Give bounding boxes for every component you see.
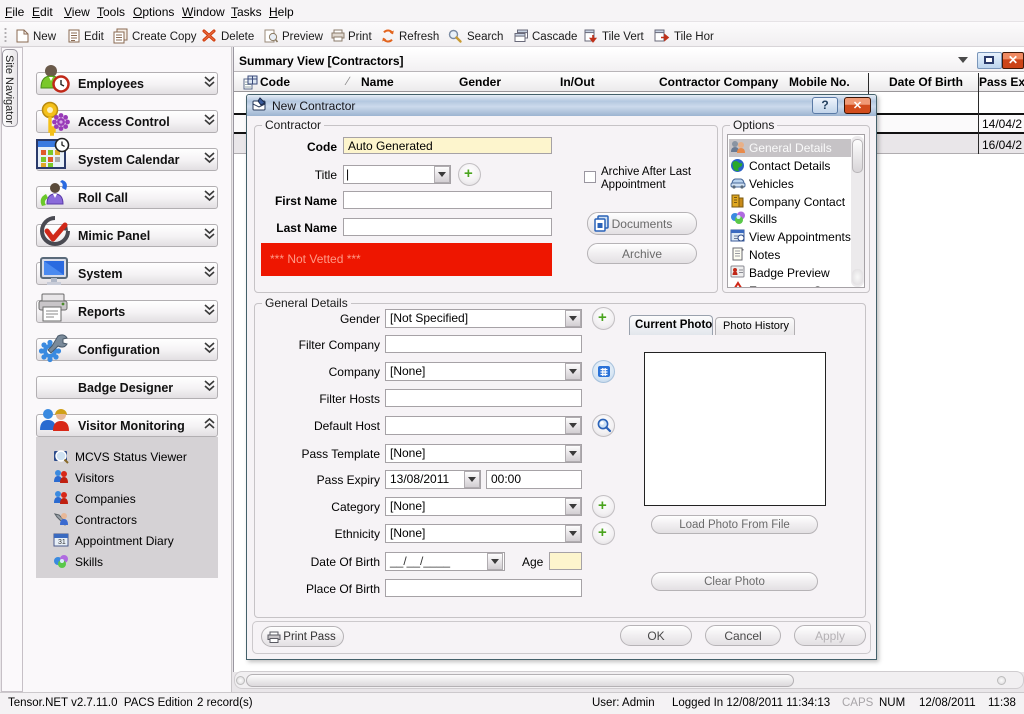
svg-text:31: 31: [58, 539, 66, 546]
